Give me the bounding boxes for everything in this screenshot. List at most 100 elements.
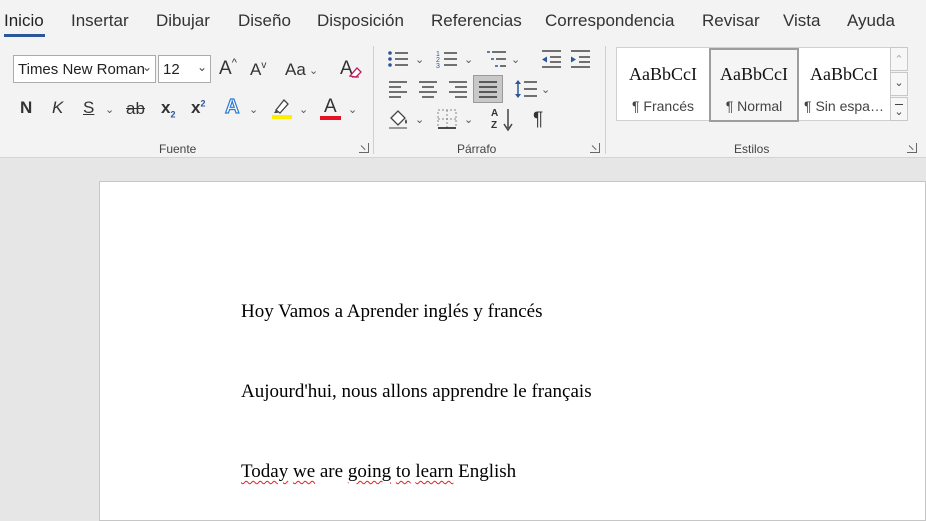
chevron-down-icon[interactable]: ⌄ bbox=[464, 113, 473, 126]
font-color-swatch bbox=[320, 116, 341, 120]
style-name: ¶ Francés bbox=[632, 98, 694, 114]
tab-ayuda[interactable]: Ayuda bbox=[847, 11, 895, 31]
text-effects-icon: A bbox=[224, 96, 240, 118]
tab-correspondencia[interactable]: Correspondencia bbox=[545, 11, 674, 31]
decrease-indent-icon[interactable] bbox=[540, 49, 562, 69]
superscript-button[interactable]: x2 bbox=[191, 99, 205, 116]
font-name-combo[interactable]: Times New Roman ⌄ bbox=[13, 55, 156, 83]
tab-revisar[interactable]: Revisar bbox=[702, 11, 760, 31]
document-page[interactable]: Hoy Vamos a Aprender inglés y francés Au… bbox=[99, 181, 926, 521]
tab-dibujar[interactable]: Dibujar bbox=[156, 11, 210, 31]
style-frances[interactable]: AaBbCcI ¶ Francés bbox=[618, 48, 708, 122]
subscript-button[interactable]: x2 bbox=[161, 99, 175, 119]
underline-button[interactable]: S bbox=[83, 99, 94, 116]
chevron-down-icon[interactable]: ⌄ bbox=[415, 53, 424, 66]
group-label-fuente: Fuente bbox=[159, 142, 197, 156]
dialog-launcher-icon[interactable] bbox=[907, 143, 917, 153]
chevron-down-icon[interactable]: ⌄ bbox=[511, 53, 520, 66]
chevron-down-icon[interactable]: ⌄ bbox=[309, 64, 318, 77]
paragraph-3[interactable]: Today we are going to learn English bbox=[241, 461, 516, 483]
show-marks-button[interactable]: ¶ bbox=[533, 110, 543, 129]
strikethrough-button[interactable]: ab bbox=[126, 100, 145, 117]
numbering-icon[interactable]: 1 2 3 bbox=[436, 49, 458, 69]
tab-disposicion[interactable]: Disposición bbox=[317, 11, 404, 31]
group-label-parrafo: Párrafo bbox=[457, 142, 497, 156]
style-normal[interactable]: AaBbCcI ¶ Normal bbox=[709, 48, 799, 122]
tab-referencias[interactable]: Referencias bbox=[431, 11, 522, 31]
style-sample: AaBbCcI bbox=[810, 64, 878, 84]
group-label-estilos: Estilos bbox=[734, 142, 770, 156]
tab-insertar[interactable]: Insertar bbox=[71, 11, 129, 31]
document-canvas: Hoy Vamos a Aprender inglés y francés Au… bbox=[0, 159, 926, 521]
chevron-down-icon[interactable]: ⌄ bbox=[464, 53, 473, 66]
misspelled-word[interactable]: to bbox=[396, 461, 411, 482]
shading-icon[interactable] bbox=[387, 108, 411, 130]
chevron-down-icon[interactable]: ⌄ bbox=[415, 113, 424, 126]
bold-button[interactable]: N bbox=[20, 99, 32, 116]
line-spacing-icon[interactable] bbox=[514, 78, 538, 100]
multilevel-list-icon[interactable] bbox=[485, 49, 507, 69]
underline-icon: S bbox=[83, 98, 95, 117]
tab-diseno[interactable]: Diseño bbox=[238, 11, 291, 31]
strikethrough-icon: ab bbox=[126, 99, 145, 118]
align-right-icon[interactable] bbox=[448, 80, 468, 98]
font-size-value: 12 bbox=[163, 61, 180, 78]
highlighter-icon[interactable] bbox=[270, 96, 294, 120]
font-color-button[interactable]: A bbox=[324, 97, 337, 116]
tab-vista[interactable]: Vista bbox=[783, 11, 821, 31]
sort-icon[interactable]: A Z bbox=[490, 106, 516, 132]
chevron-down-icon[interactable]: ⌄ bbox=[249, 103, 258, 116]
dialog-launcher-icon[interactable] bbox=[590, 143, 600, 153]
paragraph-1[interactable]: Hoy Vamos a Aprender inglés y francés bbox=[241, 301, 542, 323]
paragraph-2[interactable]: Aujourd'hui, nous allons apprendre le fr… bbox=[241, 381, 592, 403]
svg-text:A: A bbox=[491, 108, 498, 119]
font-color-icon: A bbox=[324, 96, 337, 117]
paragraph-mark-icon: ¶ bbox=[533, 109, 544, 130]
chevron-down-icon[interactable]: ⌄ bbox=[197, 60, 207, 74]
text-effects-button[interactable]: A bbox=[224, 96, 240, 118]
align-left-icon[interactable] bbox=[388, 80, 408, 98]
group-separator bbox=[373, 46, 374, 154]
text-run: are bbox=[315, 461, 348, 482]
active-tab-indicator bbox=[4, 34, 45, 37]
font-name-value: Times New Roman bbox=[18, 61, 145, 78]
misspelled-word[interactable]: we bbox=[293, 461, 315, 482]
shrink-font-button[interactable]: Av bbox=[250, 60, 266, 79]
style-sample: AaBbCcI bbox=[629, 64, 697, 84]
ribbon-tabs: Inicio Insertar Dibujar Diseño Disposici… bbox=[0, 0, 926, 40]
clear-formatting-icon[interactable]: A bbox=[338, 56, 362, 80]
italic-button[interactable]: K bbox=[52, 99, 63, 116]
misspelled-word[interactable]: learn bbox=[415, 461, 453, 482]
grow-font-button[interactable]: A^ bbox=[219, 58, 237, 79]
misspelled-word[interactable]: going bbox=[348, 461, 391, 482]
justify-button[interactable] bbox=[473, 75, 503, 103]
chevron-down-icon[interactable]: ⌄ bbox=[348, 103, 357, 116]
change-case-button[interactable]: Aa bbox=[285, 61, 306, 78]
gallery-scroll-up-button[interactable]: ⌃ bbox=[890, 47, 908, 71]
misspelled-word[interactable]: Today bbox=[241, 461, 288, 482]
borders-icon[interactable] bbox=[436, 108, 458, 130]
dialog-launcher-icon[interactable] bbox=[359, 143, 369, 153]
style-sample: AaBbCcI bbox=[720, 64, 788, 84]
text-run: English bbox=[453, 461, 517, 482]
chevron-down-icon[interactable]: ⌄ bbox=[541, 83, 550, 96]
style-name: ¶ Sin espa… bbox=[804, 98, 884, 114]
bullets-icon[interactable] bbox=[387, 49, 409, 69]
gallery-scroll-down-button[interactable]: ⌄ bbox=[890, 72, 908, 96]
increase-indent-icon[interactable] bbox=[569, 49, 591, 69]
tab-inicio[interactable]: Inicio bbox=[4, 11, 44, 31]
font-size-combo[interactable]: 12 ⌄ bbox=[158, 55, 211, 83]
ribbon: Times New Roman ⌄ 12 ⌄ A^ Av Aa ⌄ A N K … bbox=[0, 40, 926, 158]
chevron-down-icon[interactable]: ⌄ bbox=[299, 103, 308, 116]
style-sin-espaciado[interactable]: AaBbCcI ¶ Sin espa… bbox=[799, 48, 889, 122]
change-case-icon: Aa bbox=[285, 60, 306, 79]
grow-font-icon: A bbox=[219, 58, 232, 79]
shrink-font-icon: A bbox=[250, 60, 262, 79]
justify-icon bbox=[479, 81, 497, 98]
italic-icon: K bbox=[52, 98, 64, 117]
styles-gallery: AaBbCcI ¶ Francés AaBbCcI ¶ Normal AaBbC… bbox=[616, 47, 891, 122]
chevron-down-icon[interactable]: ⌄ bbox=[142, 60, 152, 74]
align-center-icon[interactable] bbox=[418, 80, 438, 98]
gallery-more-button[interactable]: ⌄ bbox=[890, 97, 908, 121]
chevron-down-icon[interactable]: ⌄ bbox=[105, 103, 114, 116]
